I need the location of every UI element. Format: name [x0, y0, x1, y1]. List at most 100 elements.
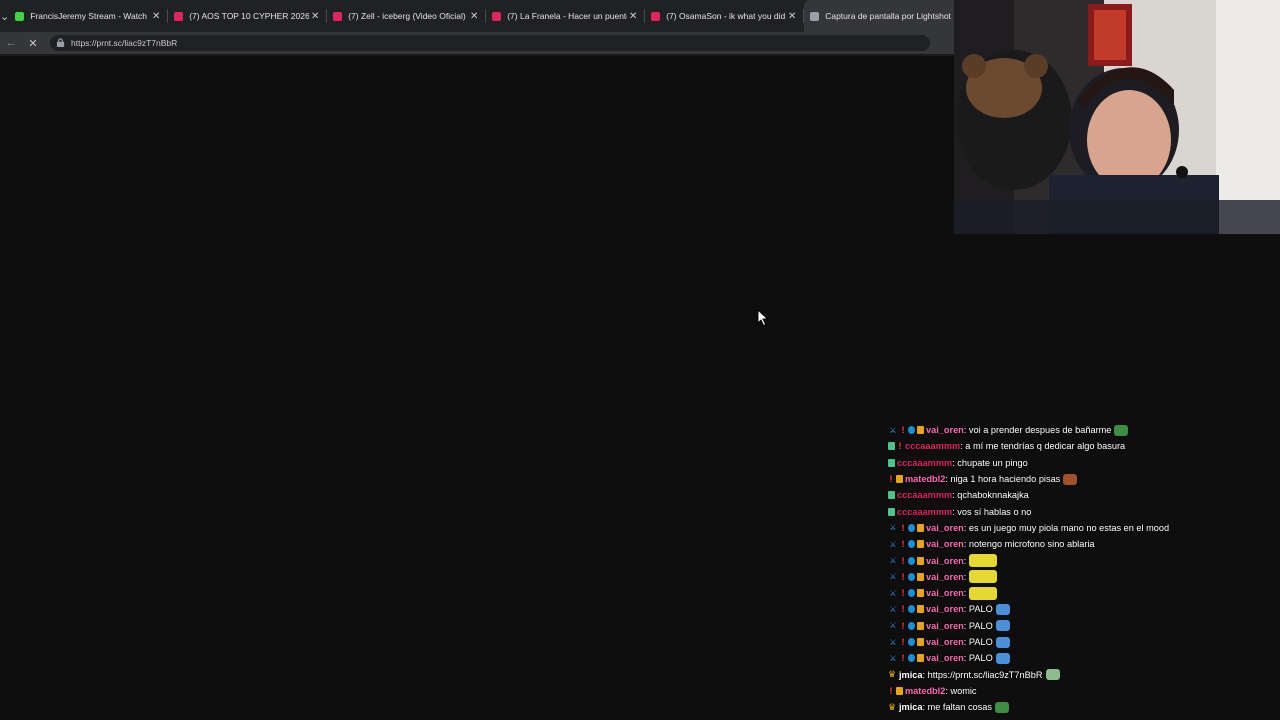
chat-text: : qchaboknnakajka [952, 490, 1029, 501]
chat-text: : [963, 555, 967, 566]
chat-message: ⚔! vai_oren: notengo microfono sino ablar… [888, 536, 1278, 552]
moderator-badge-icon: ⚔ [889, 556, 897, 566]
globe-badge-icon [908, 523, 915, 532]
chat-username[interactable]: vai_oren [926, 539, 964, 549]
chat-text: : PALO [963, 620, 993, 631]
chat-emote-icon [995, 620, 1010, 632]
tab-favicon-icon [333, 11, 343, 21]
browser-tab[interactable]: (7) AOS TOP 10 CYPHER 2026 ARG✕ [168, 0, 328, 32]
chat-text: : niga 1 hora haciendo pisas [945, 474, 1061, 485]
subscriber-badge-icon [917, 523, 924, 532]
subscriber-badge-icon [917, 572, 924, 581]
tab-title: FrancisJeremy Stream - Watch Live [30, 11, 150, 21]
chat-username[interactable]: vai_oren [926, 556, 964, 566]
alert-badge-icon: ! [889, 685, 893, 696]
alert-badge-icon: ! [898, 441, 902, 452]
green-badge-icon [888, 491, 895, 500]
tab-favicon-icon [15, 11, 25, 21]
alert-badge-icon: ! [901, 555, 905, 566]
tab-favicon-icon [651, 11, 661, 21]
tab-bar: ⌄ FrancisJeremy Stream - Watch Live✕(7) … [0, 0, 964, 32]
webcam-overlay [954, 0, 1280, 234]
browser-tab[interactable]: (7) La Franela - Hacer un puente (C✕ [486, 0, 646, 32]
green-badge-icon [888, 458, 895, 467]
tab-favicon-icon [492, 11, 502, 21]
green-badge-icon [888, 507, 895, 516]
chat-username[interactable]: cccaaammm [897, 490, 952, 500]
chat-username[interactable]: vai_oren [926, 588, 964, 598]
chat-text: : es un juego muy piola mano no estas en… [963, 522, 1170, 533]
chat-text: : [963, 571, 967, 582]
chat-message: ⚔! vai_oren: [888, 585, 1278, 601]
chat-message: ⚔! vai_oren: PALO [888, 650, 1278, 666]
chat-username[interactable]: vai_oren [926, 653, 964, 663]
chat-username[interactable]: vai_oren [926, 604, 964, 614]
back-button[interactable]: ← [0, 32, 22, 54]
globe-badge-icon [908, 426, 915, 435]
site-info-icon[interactable] [56, 37, 66, 49]
subscriber-badge-icon [917, 638, 924, 646]
close-tab-icon[interactable]: ✕ [150, 11, 162, 22]
browser-tab[interactable]: Captura de pantalla por Lightshot [804, 0, 964, 32]
chat-username[interactable]: vai_oren [926, 621, 964, 631]
tab-title: Captura de pantalla por Lightshot [825, 11, 951, 21]
chat-username[interactable]: cccaaammm [897, 458, 952, 468]
chat-username[interactable]: vai_oren [926, 572, 964, 582]
moderator-badge-icon: ⚔ [889, 572, 897, 582]
chat-emote-icon [995, 603, 1010, 615]
subscriber-badge-icon [917, 426, 924, 435]
address-bar: ← ✕ https://prnt.sc/liac9zT7nBbR [0, 32, 954, 54]
close-tab-icon[interactable]: ✕ [468, 11, 480, 22]
mouse-cursor-icon [757, 309, 769, 327]
chat-emote-icon [995, 636, 1010, 648]
crown-badge-icon: ♛ [888, 701, 897, 712]
chat-username[interactable]: jmica [899, 670, 923, 680]
close-tab-icon[interactable]: ✕ [309, 11, 321, 22]
chat-emote-icon [995, 652, 1010, 664]
alert-badge-icon: ! [901, 425, 905, 436]
chat-message: ! matedbl2: niga 1 hora haciendo pisas [888, 471, 1278, 487]
chat-emote-icon [969, 586, 998, 600]
subscriber-badge-icon [917, 556, 924, 565]
chat-emote-icon [1045, 669, 1060, 681]
url-field[interactable]: https://prnt.sc/liac9zT7nBbR [50, 35, 930, 51]
chat-username[interactable]: cccaaammm [905, 441, 960, 451]
chat-username[interactable]: jmica [899, 702, 923, 712]
close-tab-icon[interactable]: ✕ [786, 11, 798, 22]
chat-username[interactable]: matedbl2 [905, 686, 945, 696]
moderator-badge-icon: ⚔ [889, 637, 897, 647]
alert-badge-icon: ! [901, 604, 905, 615]
alert-badge-icon: ! [901, 620, 905, 631]
chat-text: : [963, 588, 967, 599]
chat-text: : voi a prender despues de bañarme [963, 425, 1112, 436]
tab-favicon-icon [810, 11, 820, 21]
browser-tab[interactable]: (7) OsamaSon - ik what you did la ✕ [645, 0, 805, 32]
chat-message: ⚔! vai_oren: PALO [888, 601, 1278, 617]
url-text: https://prnt.sc/liac9zT7nBbR [71, 38, 178, 48]
subscriber-badge-icon [917, 540, 924, 549]
tab-title: (7) OsamaSon - ik what you did la [666, 11, 787, 21]
chat-username[interactable]: vai_oren [926, 523, 964, 533]
close-tab-icon[interactable]: ✕ [627, 11, 639, 22]
stop-loading-button[interactable]: ✕ [22, 32, 44, 54]
subscriber-badge-icon [896, 475, 903, 484]
alert-badge-icon: ! [901, 637, 905, 647]
subscriber-badge-icon [917, 605, 924, 614]
browser-tab[interactable]: (7) Zell - iceberg (Video Oficial) - Y ✕ [327, 0, 487, 32]
chat-username[interactable]: matedbl2 [905, 474, 945, 484]
globe-badge-icon [908, 621, 915, 630]
chat-username[interactable]: vai_oren [926, 425, 964, 435]
moderator-badge-icon: ⚔ [889, 588, 897, 598]
chat-text: : me faltan cosas [922, 702, 992, 713]
chat-username[interactable]: cccaaammm [897, 507, 952, 517]
globe-badge-icon [908, 540, 915, 549]
chat-text: : notengo microfono sino ablaria [963, 539, 1095, 550]
chat-username[interactable]: vai_oren [926, 637, 964, 647]
chat-message: cccaaammm: chupate un pingo [888, 455, 1278, 471]
tab-search-button[interactable]: ⌄ [0, 0, 9, 32]
chat-emote-icon [969, 570, 998, 584]
alert-badge-icon: ! [889, 474, 893, 485]
browser-tab[interactable]: FrancisJeremy Stream - Watch Live✕ [9, 0, 169, 32]
globe-badge-icon [908, 572, 915, 581]
chat-text: : a mí me tendrías q dedicar algo basura [960, 441, 1126, 452]
